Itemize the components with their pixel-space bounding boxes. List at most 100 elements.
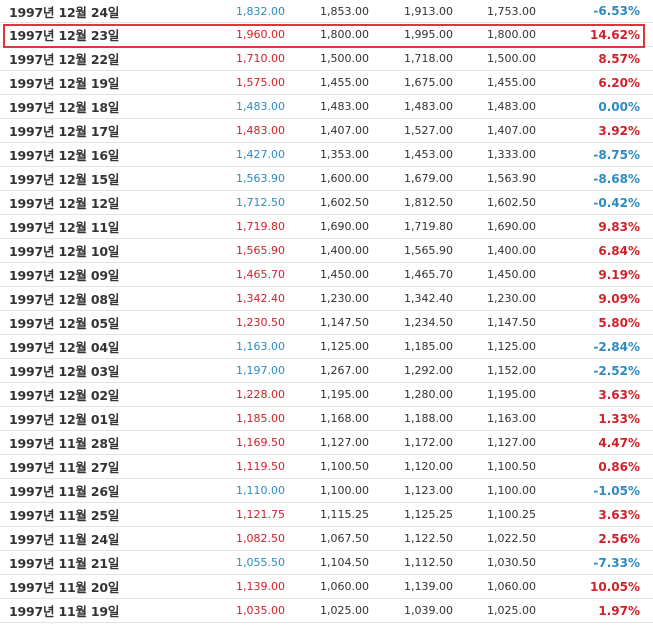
- date-cell: 1997년 11월 20일: [9, 580, 120, 595]
- high-price-cell: 1,280.00: [404, 388, 453, 401]
- open-price-cell: 1,407.00: [320, 124, 369, 137]
- close-price-cell: 1,230.50: [236, 316, 285, 329]
- date-cell: 1997년 12월 02일: [9, 388, 120, 403]
- low-price-cell: 1,147.50: [487, 316, 536, 329]
- high-price-cell: 1,234.50: [404, 316, 453, 329]
- date-cell: 1997년 12월 18일: [9, 100, 120, 115]
- table-row: 1997년 12월 10일 1,565.90 1,400.00 1,565.90 1,4…: [0, 239, 653, 263]
- close-price-cell: 1,082.50: [236, 532, 285, 545]
- date-cell: 1997년 11월 19일: [9, 604, 120, 619]
- high-price-cell: 1,172.00: [404, 436, 453, 449]
- high-price-cell: 1,039.00: [404, 604, 453, 617]
- date-cell: 1997년 11월 27일: [9, 460, 120, 475]
- change-percent-cell: -8.75%: [593, 147, 640, 162]
- table-row: 1997년 11월 28일 1,169.50 1,127.00 1,172.00 1,1…: [0, 431, 653, 455]
- low-price-cell: 1,455.00: [487, 76, 536, 89]
- low-price-cell: 1,025.00: [487, 604, 536, 617]
- open-price-cell: 1,483.00: [320, 100, 369, 113]
- close-price-cell: 1,483.00: [236, 100, 285, 113]
- high-price-cell: 1,120.00: [404, 460, 453, 473]
- high-price-cell: 1,123.00: [404, 484, 453, 497]
- open-price-cell: 1,230.00: [320, 292, 369, 305]
- high-price-cell: 1,112.50: [404, 556, 453, 569]
- change-percent-cell: 10.05%: [590, 579, 640, 594]
- high-price-cell: 1,465.70: [404, 268, 453, 281]
- table-row: 1997년 11월 27일 1,119.50 1,100.50 1,120.00 1,1…: [0, 455, 653, 479]
- table-row: 1997년 11월 25일 1,121.75 1,115.25 1,125.25 1,1…: [0, 503, 653, 527]
- date-cell: 1997년 12월 15일: [9, 172, 120, 187]
- high-price-cell: 1,125.25: [404, 508, 453, 521]
- low-price-cell: 1,602.50: [487, 196, 536, 209]
- low-price-cell: 1,450.00: [487, 268, 536, 281]
- low-price-cell: 1,333.00: [487, 148, 536, 161]
- date-cell: 1997년 11월 25일: [9, 508, 120, 523]
- table-row: 1997년 12월 23일 1,960.00 1,800.00 1,995.00 1,8…: [0, 23, 653, 47]
- low-price-cell: 1,563.90: [487, 172, 536, 185]
- open-price-cell: 1,455.00: [320, 76, 369, 89]
- table-row: 1997년 12월 16일 1,427.00 1,353.00 1,453.00 1,3…: [0, 143, 653, 167]
- high-price-cell: 1,812.50: [404, 196, 453, 209]
- low-price-cell: 1,230.00: [487, 292, 536, 305]
- open-price-cell: 1,800.00: [320, 28, 369, 41]
- high-price-cell: 1,292.00: [404, 364, 453, 377]
- date-cell: 1997년 12월 04일: [9, 340, 120, 355]
- change-percent-cell: -0.42%: [593, 195, 640, 210]
- close-price-cell: 1,110.00: [236, 484, 285, 497]
- change-percent-cell: -7.33%: [593, 555, 640, 570]
- date-cell: 1997년 12월 09일: [9, 268, 120, 283]
- table-row: 1997년 12월 04일 1,163.00 1,125.00 1,185.00 1,1…: [0, 335, 653, 359]
- change-percent-cell: 9.19%: [598, 267, 640, 282]
- table-row: 1997년 12월 03일 1,197.00 1,267.00 1,292.00 1,1…: [0, 359, 653, 383]
- date-cell: 1997년 11월 21일: [9, 556, 120, 571]
- change-percent-cell: 6.20%: [598, 75, 640, 90]
- close-price-cell: 1,035.00: [236, 604, 285, 617]
- date-cell: 1997년 12월 23일: [9, 28, 120, 43]
- open-price-cell: 1,025.00: [320, 604, 369, 617]
- open-price-cell: 1,450.00: [320, 268, 369, 281]
- change-percent-cell: 8.57%: [598, 51, 640, 66]
- open-price-cell: 1,104.50: [320, 556, 369, 569]
- close-price-cell: 1,228.00: [236, 388, 285, 401]
- low-price-cell: 1,100.25: [487, 508, 536, 521]
- low-price-cell: 1,125.00: [487, 340, 536, 353]
- table-row: 1997년 12월 15일 1,563.90 1,600.00 1,679.00 1,5…: [0, 167, 653, 191]
- close-price-cell: 1,832.00: [236, 4, 285, 18]
- open-price-cell: 1,400.00: [320, 244, 369, 257]
- change-percent-cell: 0.86%: [598, 459, 640, 474]
- low-price-cell: 1,800.00: [487, 28, 536, 41]
- table-row: 1997년 12월 18일 1,483.00 1,483.00 1,483.00 1,4…: [0, 95, 653, 119]
- table-row: 1997년 12월 22일 1,710.00 1,500.00 1,718.00 1,5…: [0, 47, 653, 71]
- close-price-cell: 1,163.00: [236, 340, 285, 353]
- date-cell: 1997년 12월 05일: [9, 316, 120, 331]
- open-price-cell: 1,100.00: [320, 484, 369, 497]
- open-price-cell: 1,267.00: [320, 364, 369, 377]
- open-price-cell: 1,195.00: [320, 388, 369, 401]
- open-price-cell: 1,147.50: [320, 316, 369, 329]
- close-price-cell: 1,121.75: [236, 508, 285, 521]
- high-price-cell: 1,185.00: [404, 340, 453, 353]
- date-cell: 1997년 12월 19일: [9, 76, 120, 91]
- open-price-cell: 1,115.25: [320, 508, 369, 521]
- close-price-cell: 1,119.50: [236, 460, 285, 473]
- high-price-cell: 1,527.00: [404, 124, 453, 137]
- date-cell: 1997년 12월 11일: [9, 220, 120, 235]
- change-percent-cell: 2.56%: [598, 531, 640, 546]
- date-cell: 1997년 12월 12일: [9, 196, 120, 211]
- high-price-cell: 1,139.00: [404, 580, 453, 593]
- close-price-cell: 1,185.00: [236, 412, 285, 425]
- close-price-cell: 1,710.00: [236, 52, 285, 65]
- open-price-cell: 1,690.00: [320, 220, 369, 233]
- close-price-cell: 1,197.00: [236, 364, 285, 377]
- table-row: 1997년 12월 09일 1,465.70 1,450.00 1,465.70 1,4…: [0, 263, 653, 287]
- low-price-cell: 1,152.00: [487, 364, 536, 377]
- high-price-cell: 1,342.40: [404, 292, 453, 305]
- open-price-cell: 1,060.00: [320, 580, 369, 593]
- table-row: 1997년 11월 19일 1,035.00 1,025.00 1,039.00 1,0…: [0, 599, 653, 623]
- table-row: 1997년 11월 20일 1,139.00 1,060.00 1,139.00 1,0…: [0, 575, 653, 599]
- high-price-cell: 1,675.00: [404, 76, 453, 89]
- table-row: 1997년 12월 08일 1,342.40 1,230.00 1,342.40 1,2…: [0, 287, 653, 311]
- low-price-cell: 1,030.50: [487, 556, 536, 569]
- low-price-cell: 1,195.00: [487, 388, 536, 401]
- change-percent-cell: 5.80%: [598, 315, 640, 330]
- high-price-cell: 1,188.00: [404, 412, 453, 425]
